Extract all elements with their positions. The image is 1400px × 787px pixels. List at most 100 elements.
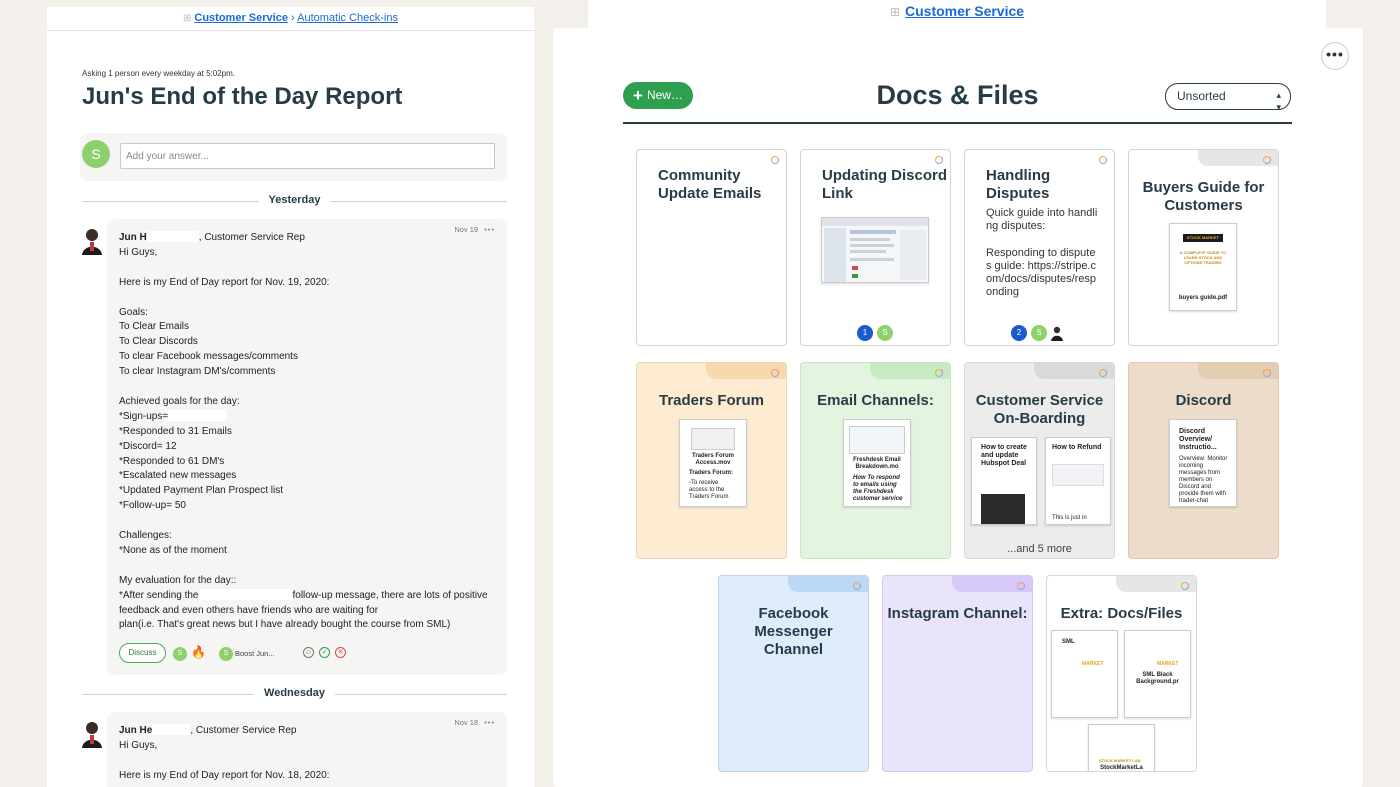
day-label: Yesterday — [258, 194, 331, 206]
card-title: Customer Service On-Boarding — [975, 392, 1104, 427]
new-button[interactable]: + New… — [623, 82, 693, 109]
grid-icon: ⊞ — [889, 5, 900, 19]
redacted-block — [198, 588, 293, 600]
screenshot-thumbnail — [821, 217, 929, 283]
entry-line: To Clear Emails — [119, 321, 190, 333]
date-text: Nov 19 — [454, 225, 479, 234]
thumb-title: How to create and update Hubspot Deal — [981, 444, 1027, 467]
breadcrumb-link-checkins[interactable]: Automatic Check-ins — [297, 12, 398, 24]
entry-line: Hi Guys, — [119, 739, 158, 751]
file-name: buyers guide.pdf — [1178, 295, 1228, 301]
discuss-button[interactable]: Discuss — [119, 643, 166, 664]
folder-traders-forum[interactable]: Traders Forum Traders Forum Access.mov T… — [636, 362, 787, 559]
emoji-icon[interactable]: ☺ — [303, 647, 314, 659]
file-thumbnail: Traders Forum Access.mov Traders Forum: … — [679, 419, 747, 507]
file-name: Discord Overview/ Instructio... — [1179, 428, 1217, 451]
folder-customer-service-onboarding[interactable]: Customer Service On-Boarding How to crea… — [964, 362, 1115, 559]
card-text: Responding to disputes guide: https://st… — [986, 246, 1097, 299]
entry-body: Hi Guys, Here is my End of Day report for… — [119, 246, 495, 589]
file-thumbnail: Freshdesk Email Breakdown.mo How To resp… — [843, 419, 911, 507]
entry-line: Challenges: — [119, 530, 172, 542]
thumb-text: How To respond to emails using the Fresh… — [853, 475, 903, 502]
thumb-image — [1052, 464, 1104, 486]
entry-line — [119, 514, 495, 529]
entry-line — [119, 754, 495, 769]
author-name[interactable]: Jun He — [119, 725, 152, 736]
fire-icon[interactable]: 🔥 — [191, 645, 206, 660]
entry-line: *Follow-up= 50 — [119, 500, 186, 512]
folder-instagram-channel[interactable]: Instagram Channel: — [882, 575, 1033, 772]
schedule-text: Asking 1 person every weekday at 5:02pm. — [82, 69, 235, 78]
assignee-avatar: 1 — [857, 325, 873, 341]
more-count[interactable]: ...and 5 more — [965, 543, 1114, 555]
card-title: Updating Discord Link — [822, 167, 948, 202]
entry-line: To clear Facebook messages/comments — [119, 351, 298, 363]
card-title: Community Update Emails — [658, 167, 762, 202]
card-title: Extra: Docs/Files — [1060, 605, 1183, 622]
breadcrumb-link-customer-service[interactable]: Customer Service — [905, 3, 1024, 19]
redacted-block — [152, 724, 191, 735]
more-icon[interactable]: ••• — [484, 718, 495, 727]
file-thumbnail: How to create and update Hubspot Deal — [971, 437, 1037, 525]
close-icon[interactable]: ✕ — [335, 647, 346, 659]
assignee-avatar: S — [877, 325, 893, 341]
doc-card-buyers-guide[interactable]: Buyers Guide for Customers STOCK MARKET … — [1128, 149, 1279, 346]
avatar — [81, 720, 103, 748]
screenshot-image — [822, 218, 928, 282]
file-name: Traders Forum Access.mov — [691, 453, 734, 466]
folder-email-channels[interactable]: Email Channels: Freshdesk Email Breakdow… — [800, 362, 951, 559]
file-thumbnail: Discord Overview/ Instructio... Overview… — [1169, 419, 1237, 507]
entry-text: *After sending the — [119, 589, 199, 601]
checkin-entry: Nov 19 ••• Jun H , Customer Service Rep Hi… — [81, 219, 507, 675]
more-options-button[interactable]: ••• — [1321, 42, 1349, 70]
entry-line: Hi Guys, — [119, 246, 158, 258]
author-name[interactable]: Jun H — [119, 232, 147, 243]
entry-line: *None as of the moment — [119, 544, 227, 556]
doc-card-updating-discord-link[interactable]: Updating Discord Link 1 S — [800, 149, 951, 346]
card-text: Quick guide into handling disputes: — [986, 207, 1098, 233]
entry-line: To Clear Discords — [119, 336, 198, 348]
card-body: Quick guide into handling disputes: Respo… — [986, 207, 1098, 300]
folder-discord[interactable]: Discord Discord Overview/ Instructio... … — [1128, 362, 1279, 559]
entry-line — [119, 559, 495, 574]
more-icon[interactable]: ••• — [484, 225, 495, 234]
sort-select[interactable]: Unsorted ▴ ▾ — [1165, 83, 1291, 112]
project-header: ⊞ Customer Service — [588, 0, 1326, 28]
entry-author-line: Jun He , Customer Service Rep — [119, 724, 495, 739]
entry-author-line: Jun H , Customer Service Rep — [119, 231, 495, 246]
new-button-label: New… — [646, 88, 683, 102]
thumb-text: -To receive access to the Traders Forum — [689, 480, 729, 500]
page-title: Docs & Files — [876, 80, 1039, 110]
color-dot-icon — [1099, 156, 1107, 164]
card-title: Handling Disputes — [986, 167, 1051, 202]
file-name: StockMarketLa — [1100, 765, 1143, 771]
day-divider-yesterday: Yesterday — [82, 194, 507, 208]
doc-card-community-update-emails[interactable]: Community Update Emails — [636, 149, 787, 346]
entry-line: Achieved goals for the day: — [119, 395, 240, 407]
page-title: Jun's End of the Day Report — [82, 83, 403, 110]
entry-line: *After sending the follow-up message, the… — [119, 588, 495, 604]
author-role: , Customer Service Rep — [190, 725, 297, 736]
assignee-avatar: 2 — [1011, 325, 1027, 341]
answer-input[interactable]: Add your answer... — [120, 143, 495, 169]
checkin-entry: Nov 18 ••• Jun He , Customer Service Rep H… — [81, 712, 507, 787]
entry-line: *Escalated new messages — [119, 470, 237, 482]
entry-date: Nov 18 ••• — [454, 716, 495, 731]
card-title: Instagram Channel: — [887, 605, 1028, 622]
card-title: Traders Forum — [658, 392, 765, 409]
day-label: Wednesday — [254, 687, 335, 699]
entry-line — [119, 261, 495, 276]
grid-icon: ⊞ — [183, 13, 192, 24]
folder-facebook-messenger[interactable]: Facebook Messenger Channel — [718, 575, 869, 772]
author-role: , Customer Service Rep — [198, 232, 305, 243]
entry-line: Here is my End of Day report for Nov. 19… — [119, 276, 330, 288]
doc-card-handling-disputes[interactable]: Handling Disputes Quick guide into handl… — [964, 149, 1115, 346]
check-icon[interactable]: ✓ — [319, 647, 330, 659]
card-title: Facebook Messenger Channel — [754, 605, 833, 658]
answer-box: S Add your answer... — [80, 133, 507, 181]
card-title: Buyers Guide for Customers — [1142, 179, 1265, 214]
breadcrumb-link-customer-service[interactable]: Customer Service — [194, 12, 288, 24]
avatar: S — [82, 140, 110, 168]
folder-extra-docs-files[interactable]: Extra: Docs/Files SML MARKET MARKET SML … — [1046, 575, 1197, 772]
